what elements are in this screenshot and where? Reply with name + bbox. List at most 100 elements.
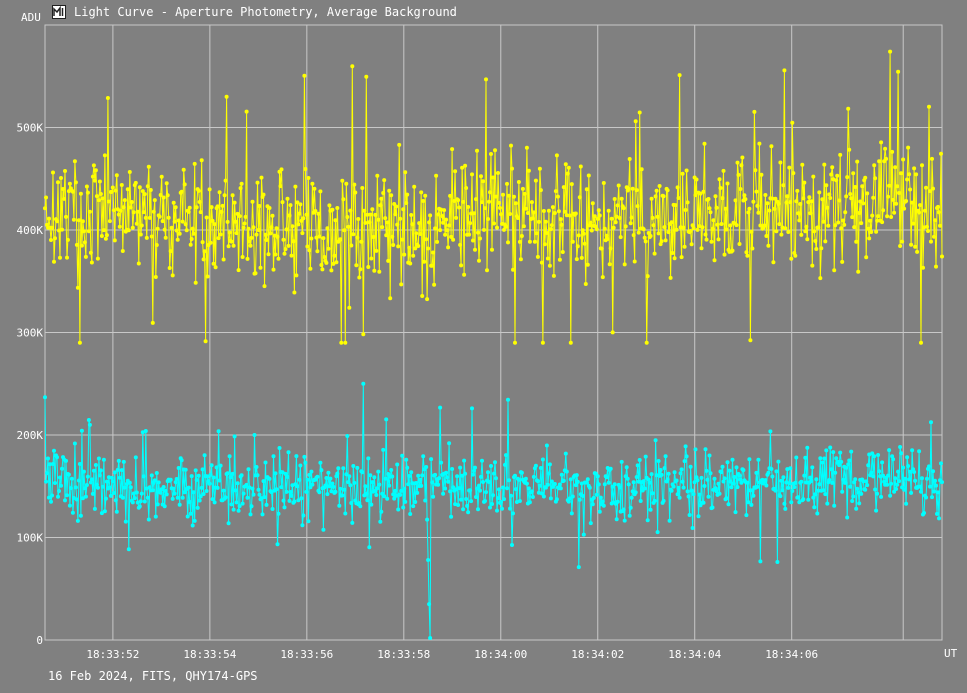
data-point xyxy=(211,261,216,266)
data-point xyxy=(815,511,820,516)
data-point xyxy=(533,463,538,468)
data-point xyxy=(418,477,423,482)
data-point xyxy=(813,492,818,497)
data-point xyxy=(440,214,445,218)
data-point xyxy=(798,202,803,206)
data-point xyxy=(419,190,424,195)
data-point xyxy=(368,212,373,217)
data-point xyxy=(735,160,740,165)
data-point xyxy=(444,470,449,475)
data-point xyxy=(770,474,775,479)
data-point xyxy=(651,223,656,228)
data-point xyxy=(859,491,864,496)
data-point xyxy=(330,207,335,212)
data-point xyxy=(825,501,830,506)
data-point xyxy=(85,190,90,195)
data-point xyxy=(875,491,880,496)
data-point xyxy=(563,451,568,456)
data-point xyxy=(566,165,571,170)
data-point xyxy=(83,494,88,499)
data-point xyxy=(867,236,872,241)
data-point xyxy=(912,470,917,474)
data-point xyxy=(708,471,713,476)
data-point xyxy=(286,450,291,455)
data-point xyxy=(345,215,350,219)
data-point xyxy=(232,200,237,205)
data-point xyxy=(166,215,171,220)
data-point xyxy=(562,209,567,214)
data-point xyxy=(630,186,635,191)
data-point xyxy=(939,151,943,156)
data-point xyxy=(128,205,133,210)
data-point xyxy=(246,467,251,472)
data-point xyxy=(305,477,310,482)
data-point xyxy=(276,511,281,516)
data-point xyxy=(117,224,122,229)
data-point xyxy=(706,197,711,201)
data-point xyxy=(390,234,395,239)
data-point xyxy=(317,234,322,239)
data-point xyxy=(590,502,595,507)
data-point xyxy=(866,463,871,468)
data-point xyxy=(487,480,491,484)
data-point xyxy=(691,226,696,231)
data-point xyxy=(202,249,207,254)
data-point xyxy=(577,195,582,200)
data-point xyxy=(86,418,91,422)
data-point xyxy=(876,214,881,219)
data-point xyxy=(286,243,291,248)
data-point xyxy=(182,182,187,187)
data-point xyxy=(463,471,468,476)
data-point xyxy=(313,209,318,213)
data-point xyxy=(889,481,894,486)
data-point xyxy=(96,456,101,461)
data-point xyxy=(679,467,684,472)
data-point xyxy=(358,504,363,509)
data-point xyxy=(187,205,192,210)
data-point xyxy=(893,476,898,481)
data-point xyxy=(279,485,284,490)
data-point xyxy=(55,455,59,460)
data-point xyxy=(674,478,679,483)
data-point xyxy=(52,259,56,264)
data-point xyxy=(53,481,57,485)
data-point xyxy=(92,506,97,511)
data-point xyxy=(677,73,682,78)
data-point xyxy=(193,468,198,473)
data-point xyxy=(254,232,259,237)
data-point xyxy=(689,488,694,493)
light-curve-chart[interactable]: 0 100K 200K 300K 400K 500K 18:33:52 18:33:54 18:… xyxy=(0,0,967,693)
data-point xyxy=(240,501,245,506)
data-point xyxy=(552,482,557,486)
data-point xyxy=(619,196,624,201)
data-point xyxy=(129,200,134,204)
data-point xyxy=(125,187,130,192)
data-point xyxy=(616,183,621,188)
data-point xyxy=(44,479,48,484)
data-point xyxy=(299,496,304,501)
data-point xyxy=(78,513,83,518)
data-point xyxy=(414,231,419,236)
data-point xyxy=(130,500,135,505)
data-point xyxy=(306,519,311,524)
data-point xyxy=(684,168,689,173)
data-point xyxy=(513,487,518,492)
data-point xyxy=(764,483,769,488)
data-point xyxy=(130,225,135,230)
data-point xyxy=(728,223,733,228)
data-point xyxy=(839,226,844,231)
data-point xyxy=(370,207,375,212)
data-point xyxy=(119,183,124,187)
data-point xyxy=(656,231,661,236)
data-point xyxy=(80,219,85,224)
data-point xyxy=(134,221,139,226)
data-point xyxy=(156,480,161,485)
data-point xyxy=(420,294,425,298)
data-point xyxy=(472,211,476,216)
data-point xyxy=(712,476,717,481)
data-point xyxy=(780,488,785,493)
data-point xyxy=(602,226,607,231)
data-point xyxy=(895,184,900,189)
data-point xyxy=(503,462,507,467)
data-point xyxy=(756,210,761,215)
